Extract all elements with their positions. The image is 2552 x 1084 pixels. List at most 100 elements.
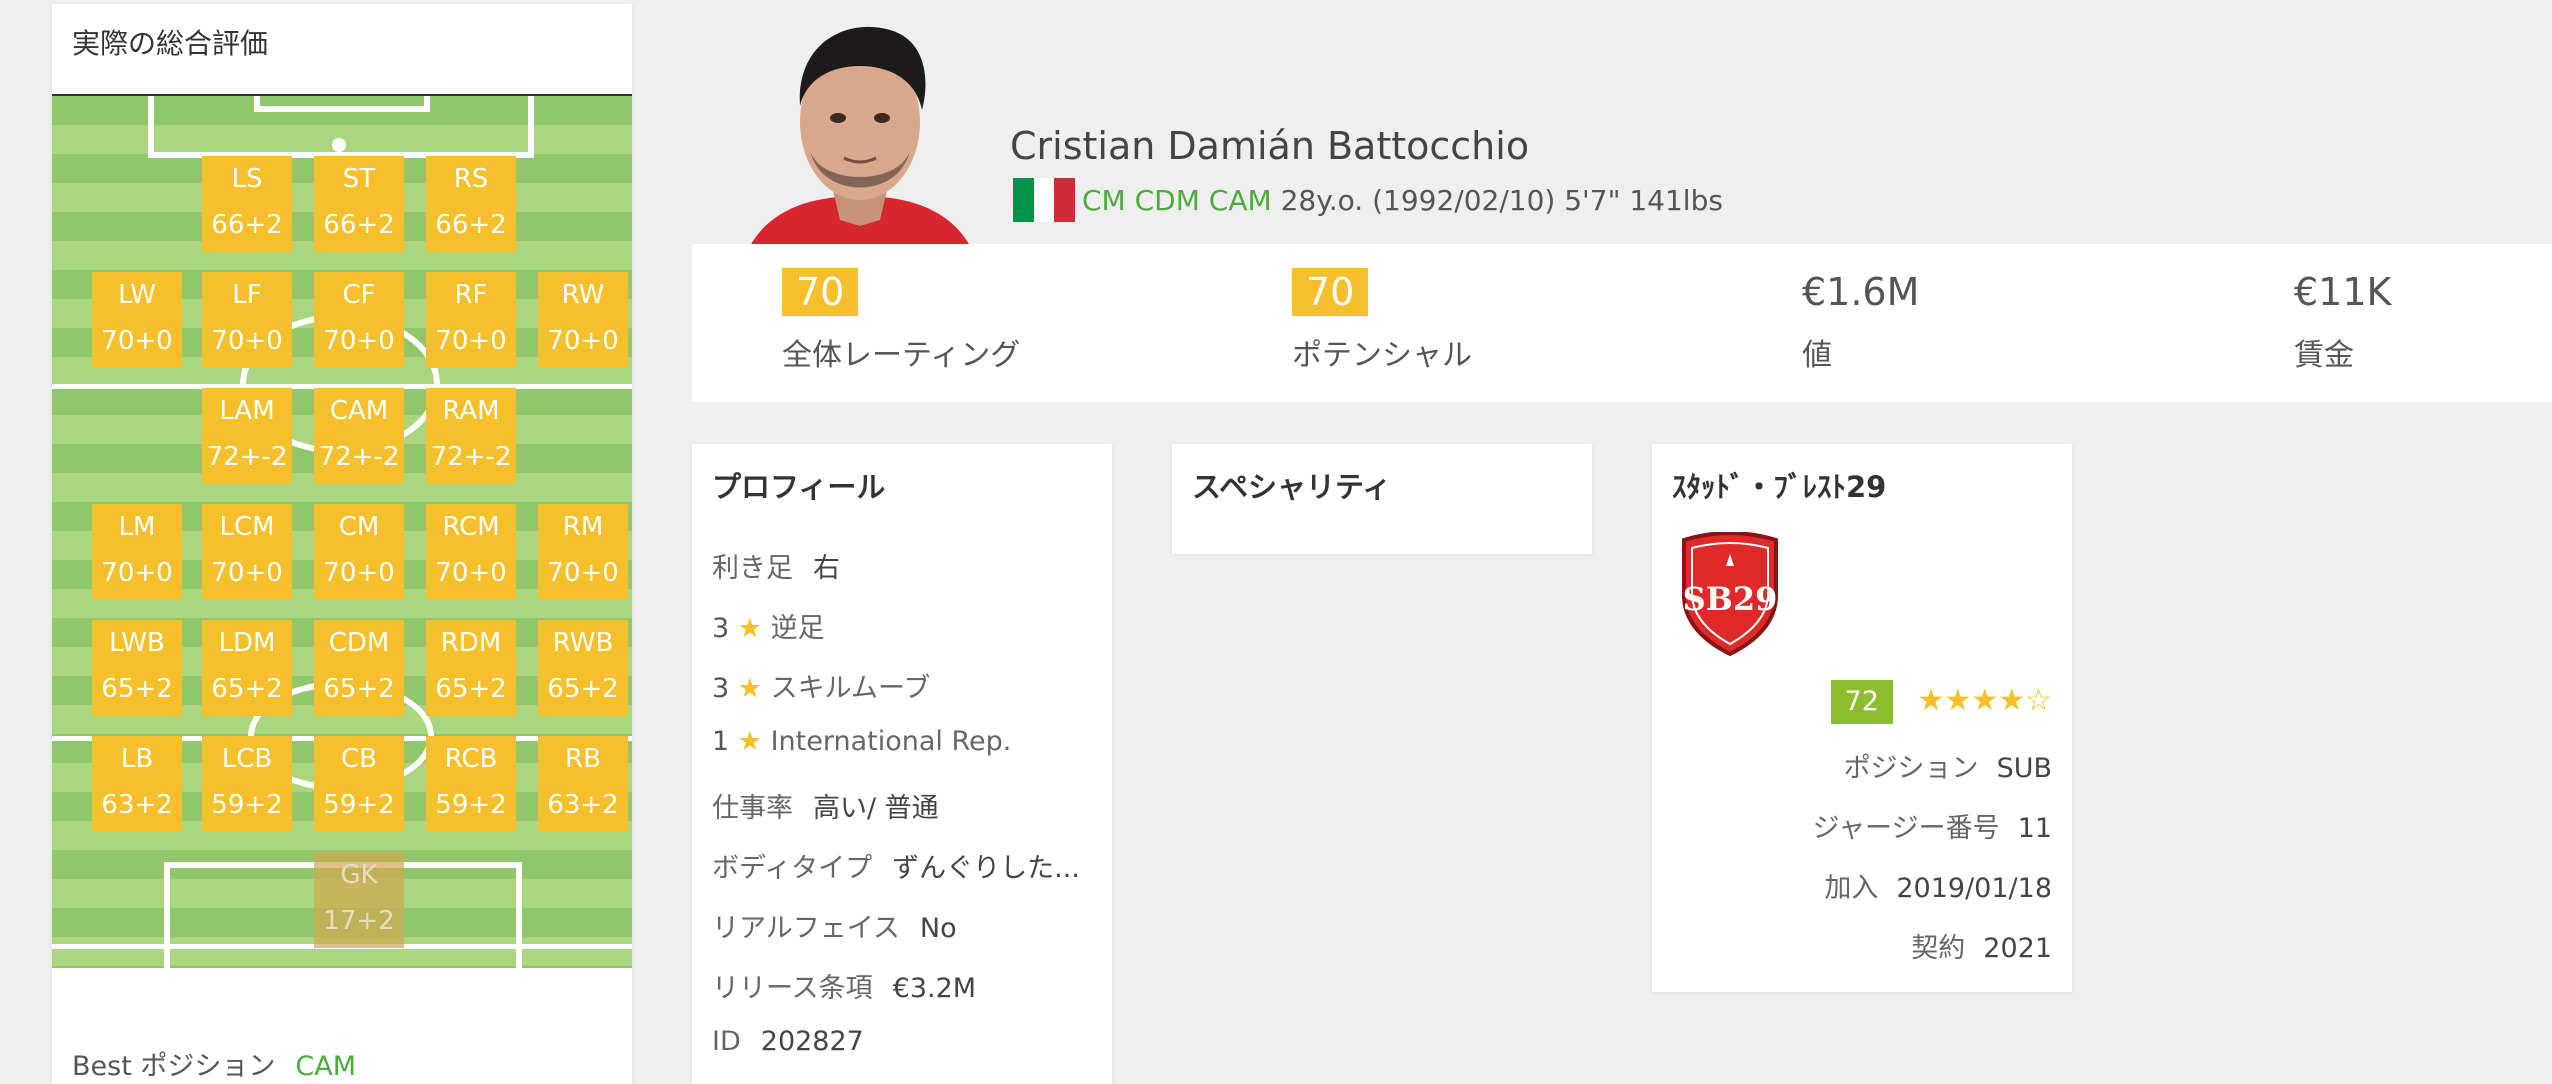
position-rating: 70+0 xyxy=(101,326,173,356)
position-tile-ram[interactable]: RAM 72+-2 xyxy=(426,388,516,484)
position-rating: 59+2 xyxy=(211,790,283,820)
position-tile-ldm[interactable]: LDM 65+2 xyxy=(202,620,292,716)
row-key: ID xyxy=(712,1026,741,1057)
row-key: International Rep. xyxy=(770,726,1012,757)
position-rating: 70+0 xyxy=(547,326,619,356)
player-name: Cristian Damián Battocchio xyxy=(1010,124,1530,168)
position-code: LM xyxy=(118,512,156,542)
best-position: Best ポジション CAM xyxy=(72,1044,356,1083)
row-key: 加入 xyxy=(1824,873,1879,904)
position-tile-rcm[interactable]: RCM 70+0 xyxy=(426,504,516,600)
position-rating: 65+2 xyxy=(211,674,283,704)
stats-bar: 70 全体レーティング 70 ポテンシャル €1.6M 値 €11K 賃金 xyxy=(692,244,2552,402)
position-rating: 59+2 xyxy=(435,790,507,820)
club-position-row: ポジション SUB xyxy=(1844,746,2052,785)
position-code: CAM xyxy=(329,396,389,426)
position-rating: 70+0 xyxy=(435,558,507,588)
profile-row-skill-moves: 3 ★ スキルムーブ xyxy=(712,666,930,705)
position-rating: 72+-2 xyxy=(430,442,512,472)
position-code: LF xyxy=(232,280,262,310)
position-code: RWB xyxy=(552,628,614,658)
position-rating: 65+2 xyxy=(435,674,507,704)
position-tile-cb[interactable]: CB 59+2 xyxy=(314,736,404,832)
position-rating: 63+2 xyxy=(101,790,173,820)
player-positions[interactable]: CM CDM CAM xyxy=(1082,184,1272,217)
position-code: CM xyxy=(338,512,380,542)
position-code: LS xyxy=(231,164,263,194)
position-code: LW xyxy=(118,280,156,310)
row-value: ずんぐりした... xyxy=(892,853,1080,884)
stat-value: €11K xyxy=(2294,270,2392,314)
stat-label: 全体レーティング xyxy=(782,338,1021,373)
position-code: RCB xyxy=(444,744,498,774)
position-code: LWB xyxy=(109,628,165,658)
stat-label: 賃金 xyxy=(2294,338,2354,373)
position-tile-cm[interactable]: CM 70+0 xyxy=(314,504,404,600)
position-rating: 65+2 xyxy=(101,674,173,704)
best-position-value[interactable]: CAM xyxy=(295,1051,356,1082)
player-photo xyxy=(740,10,980,246)
row-num: 3 xyxy=(712,673,730,704)
row-key: スキルムーブ xyxy=(770,673,931,704)
position-rating: 70+0 xyxy=(547,558,619,588)
stat-overall: 70 全体レーティング xyxy=(782,268,1020,374)
position-tile-rwb[interactable]: RWB 65+2 xyxy=(538,620,628,716)
club-crest-icon[interactable]: SB29 xyxy=(1678,531,1782,660)
position-tile-st[interactable]: ST 66+2 xyxy=(314,156,404,252)
profile-card: プロフィール 利き足右 3 ★ 逆足 3 ★ スキルムーブ 1 ★ Intern… xyxy=(692,444,1112,1084)
position-tile-lf[interactable]: LF 70+0 xyxy=(202,272,292,368)
position-tile-lm[interactable]: LM 70+0 xyxy=(92,504,182,600)
stat-value: 70 xyxy=(782,268,859,316)
best-position-label: Best ポジション xyxy=(72,1051,276,1082)
row-value: 2019/01/18 xyxy=(1896,873,2052,904)
club-name[interactable]: ｽﾀｯﾄﾞ・ﾌﾞﾚｽﾄ29 xyxy=(1672,464,1886,506)
row-num: 1 xyxy=(712,726,730,757)
position-tile-rm[interactable]: RM 70+0 xyxy=(538,504,628,600)
position-code: RM xyxy=(562,512,604,542)
position-code: RW xyxy=(561,280,605,310)
position-rating: 17+2 xyxy=(323,906,395,936)
position-tile-rdm[interactable]: RDM 65+2 xyxy=(426,620,516,716)
club-stars-icon: ★★★★☆ xyxy=(1917,683,2052,718)
profile-row-real-face: リアルフェイス No xyxy=(712,906,957,945)
position-code: LCB xyxy=(221,744,273,774)
row-value: 11 xyxy=(2017,813,2052,844)
stat-wage: €11K 賃金 xyxy=(2294,268,2391,374)
position-tile-ls[interactable]: LS 66+2 xyxy=(202,156,292,252)
position-tile-gk[interactable]: GK 17+2 xyxy=(314,852,404,948)
position-tile-cdm[interactable]: CDM 65+2 xyxy=(314,620,404,716)
row-key: リアルフェイス xyxy=(712,913,900,944)
position-rating: 70+0 xyxy=(211,558,283,588)
position-tile-lcb[interactable]: LCB 59+2 xyxy=(202,736,292,832)
position-tile-lam[interactable]: LAM 72+-2 xyxy=(202,388,292,484)
profile-row-foot: 利き足右 xyxy=(712,546,840,585)
position-tile-lwb[interactable]: LWB 65+2 xyxy=(92,620,182,716)
position-rating: 66+2 xyxy=(435,210,507,240)
row-key: ポジション xyxy=(1843,753,1979,784)
real-overall-panel: 実際の総合評価 Best ポジション CAM LS 66+2 ST 66+2 RS 66+2… xyxy=(52,4,632,1084)
position-code: LAM xyxy=(219,396,275,426)
position-rating: 70+0 xyxy=(435,326,507,356)
position-rating: 72+-2 xyxy=(206,442,288,472)
position-tile-rf[interactable]: RF 70+0 xyxy=(426,272,516,368)
club-rating-row: 72 ★★★★☆ xyxy=(1830,680,2052,724)
position-tile-lw[interactable]: LW 70+0 xyxy=(92,272,182,368)
position-tile-cam[interactable]: CAM 72+-2 xyxy=(314,388,404,484)
position-tile-rs[interactable]: RS 66+2 xyxy=(426,156,516,252)
position-code: CF xyxy=(342,280,376,310)
star-icon: ★ xyxy=(737,726,762,757)
crest-text: SB29 xyxy=(1683,580,1778,618)
position-rating: 63+2 xyxy=(547,790,619,820)
position-tile-lcm[interactable]: LCM 70+0 xyxy=(202,504,292,600)
position-rating: 65+2 xyxy=(323,674,395,704)
position-tile-lb[interactable]: LB 63+2 xyxy=(92,736,182,832)
position-tile-rw[interactable]: RW 70+0 xyxy=(538,272,628,368)
position-tile-rb[interactable]: RB 63+2 xyxy=(538,736,628,832)
position-tile-rcb[interactable]: RCB 59+2 xyxy=(426,736,516,832)
position-tile-cf[interactable]: CF 70+0 xyxy=(314,272,404,368)
position-rating: 70+0 xyxy=(211,326,283,356)
position-rating: 66+2 xyxy=(211,210,283,240)
position-code: ST xyxy=(342,164,376,194)
position-code: LDM xyxy=(218,628,276,658)
row-value: 2021 xyxy=(1983,933,2052,964)
